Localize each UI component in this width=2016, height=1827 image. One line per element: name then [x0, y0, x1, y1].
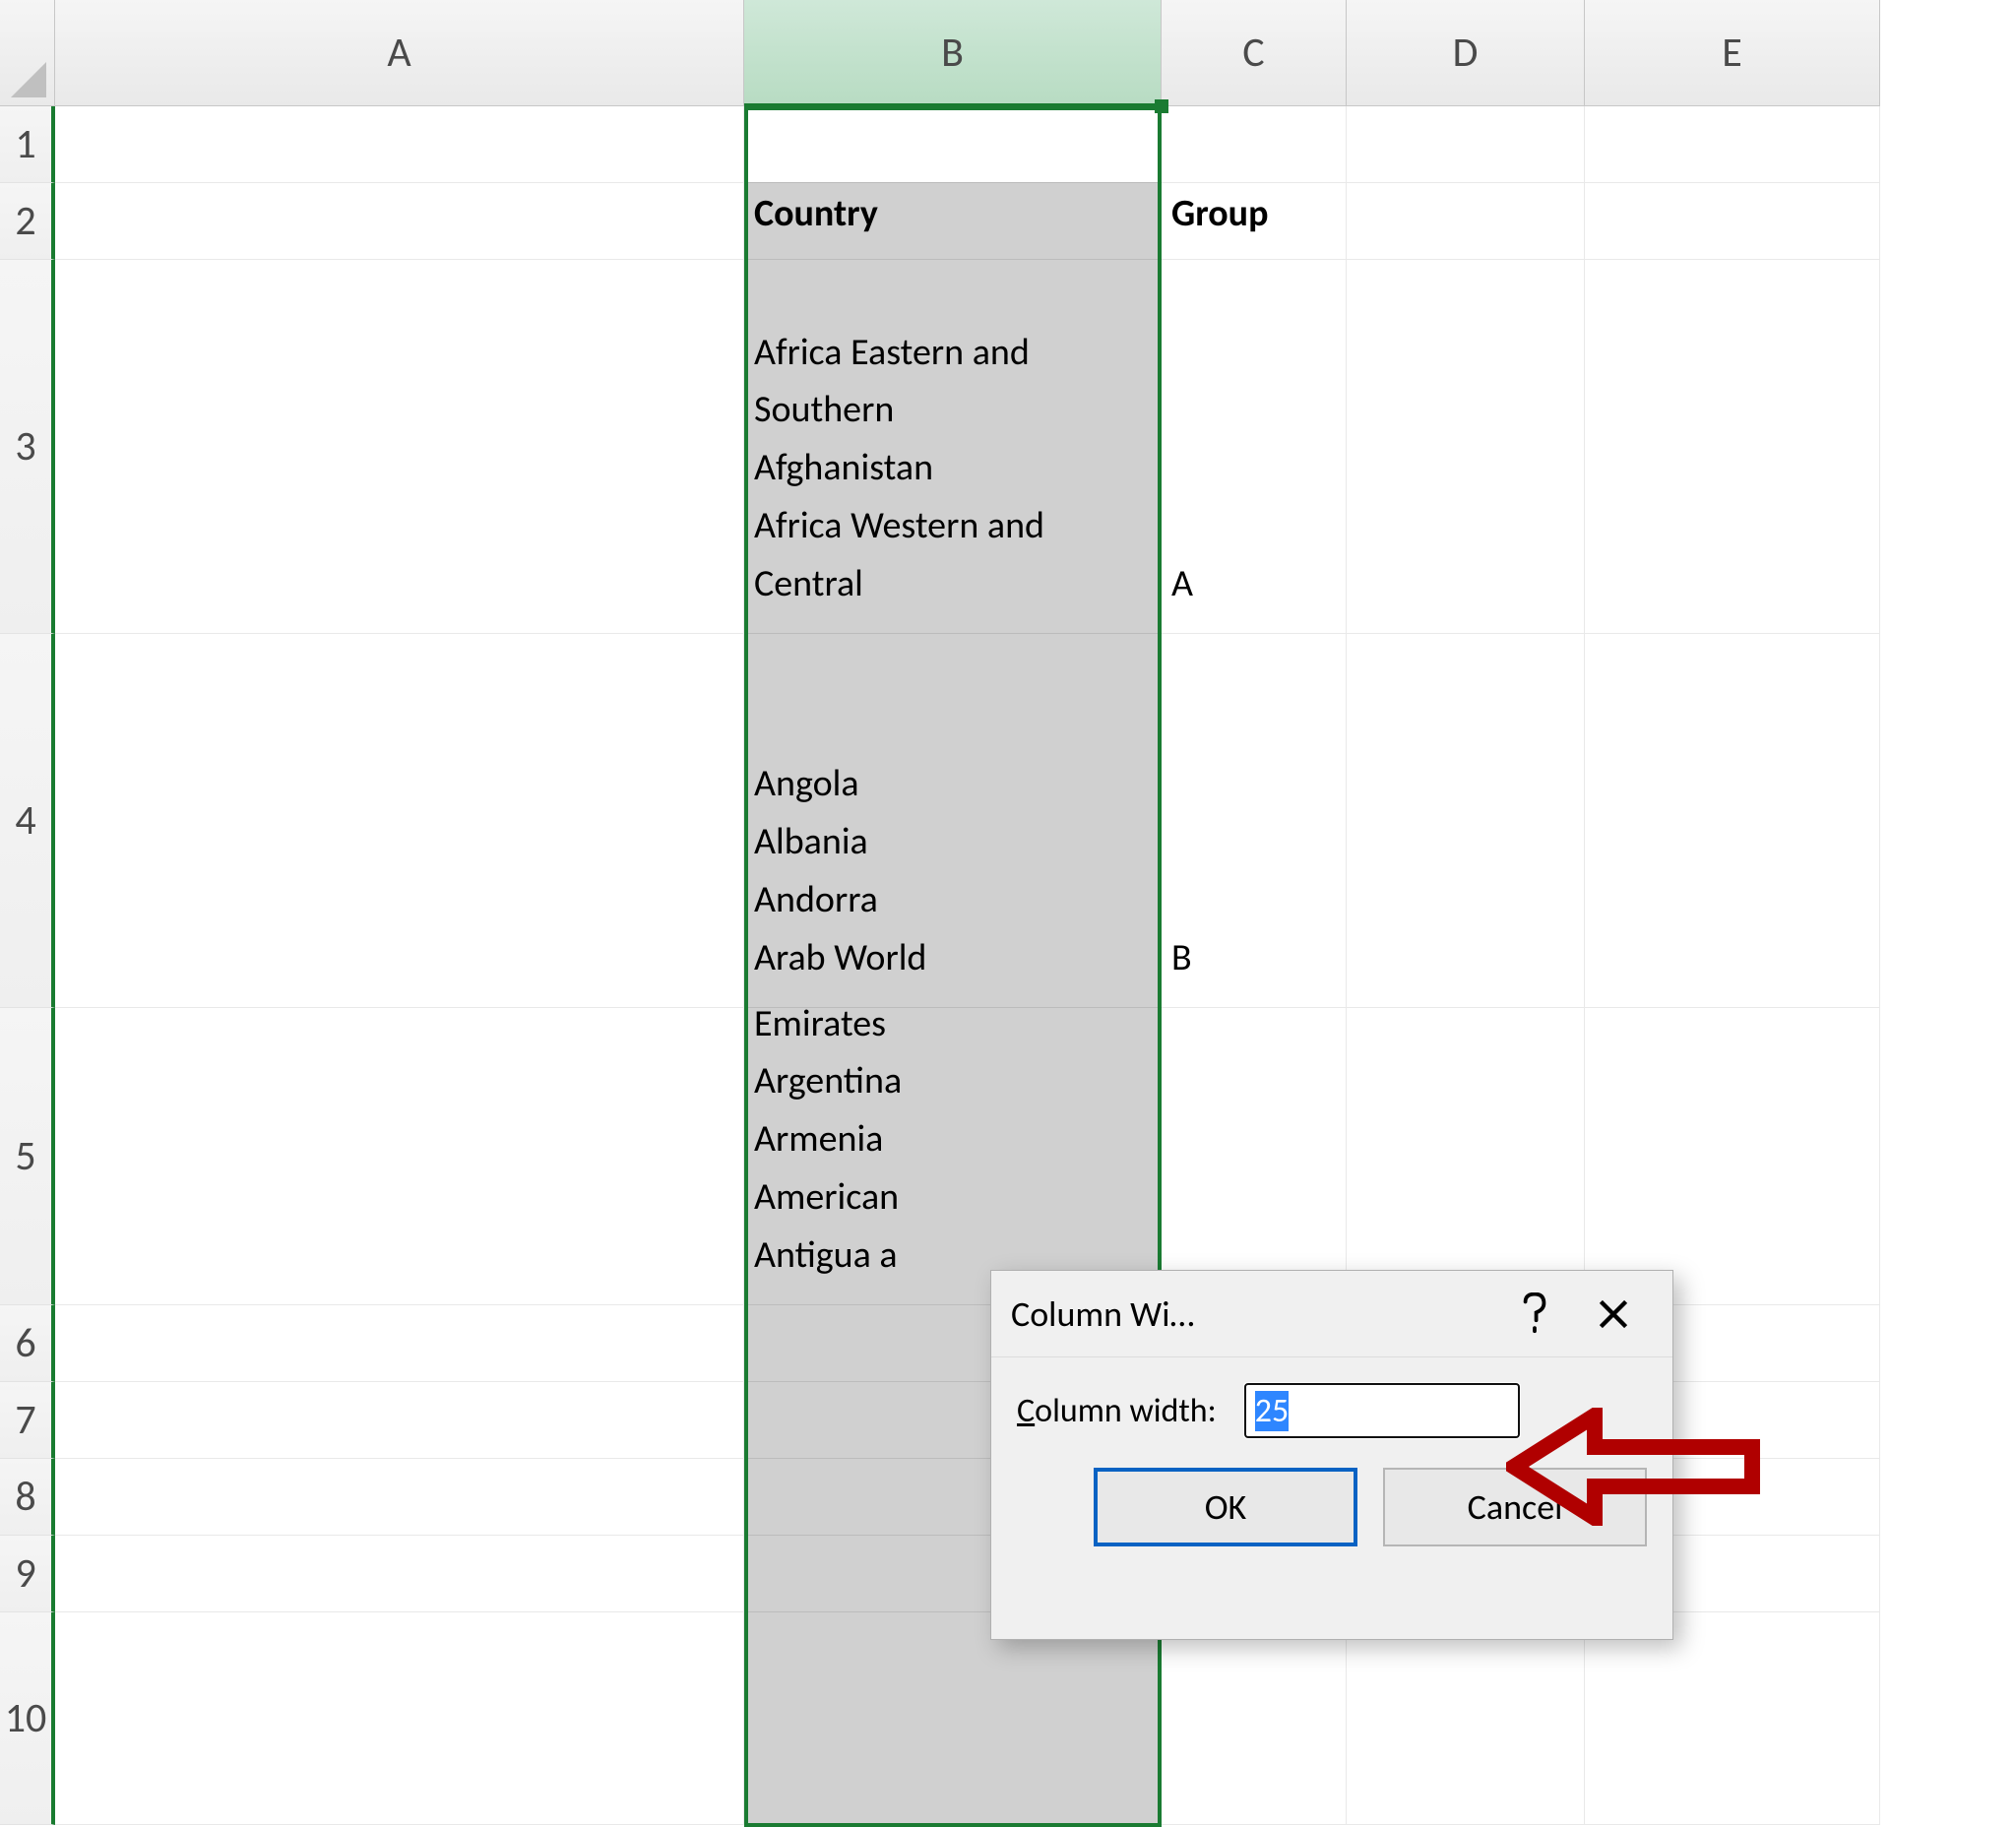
row-header-9[interactable]: 9: [0, 1536, 55, 1612]
cell-E2[interactable]: [1585, 183, 1880, 260]
column-header-A[interactable]: A: [55, 0, 744, 106]
column-header-E[interactable]: E: [1585, 0, 1880, 106]
cancel-button[interactable]: Cancel: [1383, 1468, 1647, 1546]
row-header-8[interactable]: 8: [0, 1459, 55, 1536]
cell-B5[interactable]: Emirates Argentina Armenia American Anti…: [744, 1008, 1162, 1305]
cell-C3[interactable]: A: [1162, 260, 1347, 634]
ok-button[interactable]: OK: [1094, 1468, 1357, 1546]
cell-C5[interactable]: [1162, 1008, 1347, 1305]
cell-C2[interactable]: Group: [1162, 183, 1347, 260]
cell-text: Group: [1171, 185, 1268, 257]
row-header-7[interactable]: 7: [0, 1382, 55, 1459]
select-all-corner[interactable]: [0, 0, 55, 106]
column-width-dialog: Column Wi… Column width: OK Cancel: [990, 1270, 1673, 1640]
cell-C4[interactable]: B: [1162, 634, 1347, 1008]
cell-text: Emirates Argentina Armenia American Anti…: [754, 995, 902, 1298]
cell-E3[interactable]: [1585, 260, 1880, 634]
cell-B3[interactable]: Africa Eastern and Southern Afghanistan …: [744, 260, 1162, 634]
row-header-1[interactable]: 1: [0, 106, 55, 183]
selection-fill-handle[interactable]: [1155, 99, 1168, 113]
cell-text: B: [1171, 929, 1192, 1001]
column-width-input[interactable]: [1244, 1383, 1520, 1438]
column-header-D[interactable]: D: [1347, 0, 1585, 106]
cell-A5[interactable]: [55, 1008, 744, 1305]
cell-C1[interactable]: [1162, 106, 1347, 183]
cell-A2[interactable]: [55, 183, 744, 260]
cell-A7[interactable]: [55, 1382, 744, 1459]
cell-A4[interactable]: [55, 634, 744, 1008]
cell-A1[interactable]: [55, 106, 744, 183]
cell-A8[interactable]: [55, 1459, 744, 1536]
cell-B4[interactable]: Angola Albania Andorra Arab World: [744, 634, 1162, 1008]
row-header-6[interactable]: 6: [0, 1305, 55, 1382]
cell-B2[interactable]: Country: [744, 183, 1162, 260]
cell-D2[interactable]: [1347, 183, 1585, 260]
cell-A10[interactable]: [55, 1612, 744, 1825]
cell-D1[interactable]: [1347, 106, 1585, 183]
column-width-label: Column width:: [1017, 1391, 1217, 1431]
help-button[interactable]: [1495, 1285, 1574, 1344]
cell-text: Country: [754, 185, 878, 257]
row-header-10[interactable]: 10: [0, 1612, 55, 1825]
row-header-5[interactable]: 5: [0, 1008, 55, 1305]
row-header-2[interactable]: 2: [0, 183, 55, 260]
cell-D10[interactable]: [1347, 1612, 1585, 1825]
cell-A9[interactable]: [55, 1536, 744, 1612]
dialog-title: Column Wi…: [1011, 1292, 1495, 1336]
cell-text: A: [1171, 555, 1193, 627]
close-button[interactable]: [1574, 1285, 1653, 1344]
cell-E5[interactable]: [1585, 1008, 1880, 1305]
cell-D4[interactable]: [1347, 634, 1585, 1008]
cell-D3[interactable]: [1347, 260, 1585, 634]
column-header-C[interactable]: C: [1162, 0, 1347, 106]
cell-B1[interactable]: [744, 106, 1162, 183]
cell-A3[interactable]: [55, 260, 744, 634]
cell-text: Africa Eastern and Southern Afghanistan …: [754, 324, 1151, 627]
cell-E4[interactable]: [1585, 634, 1880, 1008]
cell-text: Angola Albania Andorra Arab World: [754, 698, 926, 1001]
row-header-3[interactable]: 3: [0, 260, 55, 634]
cell-D5[interactable]: [1347, 1008, 1585, 1305]
column-header-B[interactable]: B: [744, 0, 1162, 106]
cell-B10[interactable]: [744, 1612, 1162, 1825]
cell-C10[interactable]: [1162, 1612, 1347, 1825]
cell-A6[interactable]: [55, 1305, 744, 1382]
cell-E10[interactable]: [1585, 1612, 1880, 1825]
cell-E1[interactable]: [1585, 106, 1880, 183]
row-header-4[interactable]: 4: [0, 634, 55, 1008]
